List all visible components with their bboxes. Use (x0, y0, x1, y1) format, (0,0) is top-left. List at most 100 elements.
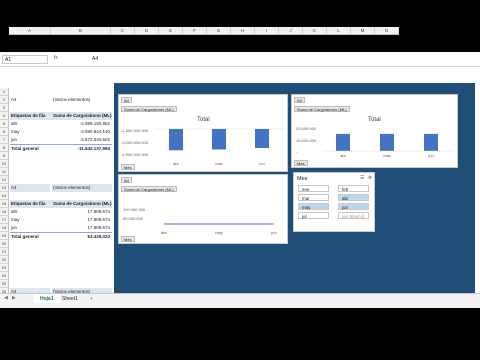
column-header[interactable]: K (303, 27, 327, 35)
row-header[interactable]: 19 (0, 232, 9, 240)
column-header[interactable]: E (159, 27, 183, 35)
chart1-y-tick: -4.500.000.000 (121, 152, 148, 157)
chart3-plot: abr may jun (161, 223, 277, 235)
chart2-axis-field-chip[interactable]: Mes (294, 160, 308, 166)
chart2-y-tick: 20.000.000 (296, 126, 317, 131)
slicer-item[interactable]: may (298, 203, 329, 210)
row-header[interactable]: 16 (0, 208, 9, 216)
column-header[interactable]: I (255, 27, 279, 35)
pivot-chart-1[interactable]: A4 Suma de Cargo/abono (ML) Total -1.500… (118, 94, 288, 172)
pivot2-row-value: 17.809,674 (87, 225, 110, 230)
row-header[interactable]: 7 (0, 136, 9, 144)
pivot2-value-header: Suma de Cargo/abono (ML) (52, 200, 112, 208)
pivot1-row-header[interactable]: Etiquetas de fila (10, 112, 52, 120)
chart1-x-label: jun (258, 161, 264, 165)
column-header[interactable]: B (51, 27, 111, 35)
chart3-x-label: jun (270, 230, 276, 235)
slicer-item[interactable]: jun (338, 203, 369, 210)
chart1-series-chip[interactable]: Suma de Cargo/abono (ML) (121, 106, 177, 112)
column-header[interactable]: M (351, 27, 375, 35)
slicer-item[interactable]: feb (338, 185, 369, 192)
chart3-x-label: may (215, 230, 223, 235)
pivot1-filter-label[interactable]: A4 (10, 96, 50, 104)
chart2-plot: abr may jun (322, 133, 454, 158)
pivot-chart-2[interactable]: A4 Suma de Cargo/abono (ML) Total 20.000… (291, 94, 458, 168)
sheet-tab-bar: ◀ ▶ Hoja1 Sheet1 + (0, 293, 480, 304)
pivot2-row-label: jun (11, 225, 18, 230)
pivot2-total-label: Total general (10, 232, 52, 240)
pivot1-filter-value[interactable]: (Varios elementos) (52, 96, 112, 104)
chart1-bar (255, 129, 269, 149)
row-header[interactable]: 22 (0, 256, 9, 264)
slicer-item[interactable]: (en blanco) (338, 212, 369, 219)
column-header[interactable]: L (327, 27, 351, 35)
pivot2-filter-label[interactable]: A4 (10, 184, 50, 192)
pivot1-total-label: Total general (10, 144, 52, 152)
column-header[interactable]: A (9, 27, 51, 35)
chart3-axis-field-chip[interactable]: Mes (121, 236, 135, 242)
chart2-y-tick: - (296, 149, 298, 154)
row-header[interactable]: 21 (0, 248, 9, 256)
chart1-title: Total (197, 117, 210, 123)
row-header[interactable]: 14 (0, 192, 9, 200)
tab-scroll-right-icon[interactable]: ▶ (12, 295, 16, 301)
tab-scroll-left-icon[interactable]: ◀ (4, 295, 8, 301)
pivot2-filter-value[interactable]: (Varios elementos) (52, 184, 112, 192)
chart2-x-label: may (383, 153, 391, 158)
row-header[interactable]: 6 (0, 128, 9, 136)
pivot1-row-label: jun (11, 137, 18, 142)
column-header[interactable]: G (207, 27, 231, 35)
chart2-series-chip[interactable]: Suma de Cargo/abono (ML) (294, 106, 350, 112)
row-header[interactable]: 23 (0, 264, 9, 272)
pivot2-row-header[interactable]: Etiquetas de fila (10, 200, 52, 208)
chart3-series-chip[interactable]: Suma de Cargo/abono (ML) (121, 186, 177, 192)
pivot-chart-3[interactable]: A4 Suma de Cargo/abono (ML) 100.000.000 … (118, 174, 288, 244)
formula-bar: A1 fx A4 (0, 52, 480, 67)
chart1-bar (212, 129, 226, 150)
fx-icon[interactable]: fx (54, 55, 58, 61)
row-header[interactable]: 9 (0, 152, 9, 160)
row-header[interactable]: 24 (0, 272, 9, 280)
chart2-x-label: abr (340, 153, 346, 158)
name-box[interactable]: A1 (2, 55, 48, 64)
pivot2-total-value: 53.429,023 (52, 232, 112, 240)
chart3-filter-chip[interactable]: A4 (121, 177, 132, 183)
row-header[interactable]: 25 (0, 280, 9, 288)
slicer-item[interactable]: jul (298, 212, 329, 219)
chart1-axis-field-chip[interactable]: Mes (121, 164, 135, 170)
column-header[interactable]: N (375, 27, 399, 35)
column-header[interactable]: J (279, 27, 303, 35)
formula-input[interactable]: A4 (90, 55, 476, 64)
row-header[interactable]: 10 (0, 160, 9, 168)
row-header[interactable]: 13 (0, 184, 9, 192)
row-header[interactable]: 1 (0, 88, 9, 96)
column-header[interactable]: H (231, 27, 255, 35)
row-header[interactable]: 18 (0, 224, 9, 232)
slicer-mes[interactable]: Mes ☰ ⊗ ene feb mar abr may jun jul (en blanco) (293, 172, 375, 232)
row-header[interactable]: 15 (0, 200, 9, 208)
row-header[interactable]: 17 (0, 216, 9, 224)
column-header[interactable]: D (135, 27, 159, 35)
clear-filter-icon[interactable]: ⊗ (368, 175, 372, 181)
chart1-filter-chip[interactable]: A4 (121, 97, 132, 103)
column-header[interactable]: F (183, 27, 207, 35)
slicer-item[interactable]: mar (298, 194, 329, 201)
pivot1-value-header: Suma de Cargo/abono (ML) (52, 112, 112, 120)
pivot2-row-label: may (11, 217, 20, 222)
row-header[interactable]: 20 (0, 240, 9, 248)
chart2-bar (380, 133, 394, 151)
column-header[interactable]: C (111, 27, 135, 35)
row-header[interactable]: 12 (0, 176, 9, 184)
row-header[interactable]: 2 (0, 96, 9, 104)
row-header[interactable]: 5 (0, 120, 9, 128)
slicer-item[interactable]: abr (338, 194, 369, 201)
row-header[interactable]: 4 (0, 112, 9, 120)
row-header[interactable]: 3 (0, 104, 9, 112)
row-header[interactable]: 8 (0, 144, 9, 152)
status-bar (0, 303, 480, 308)
slicer-title: Mes (297, 176, 308, 182)
row-header[interactable]: 11 (0, 168, 9, 176)
slicer-item[interactable]: ene (298, 185, 329, 192)
multiselect-icon[interactable]: ☰ (360, 175, 364, 181)
chart2-filter-chip[interactable]: A4 (294, 97, 305, 103)
